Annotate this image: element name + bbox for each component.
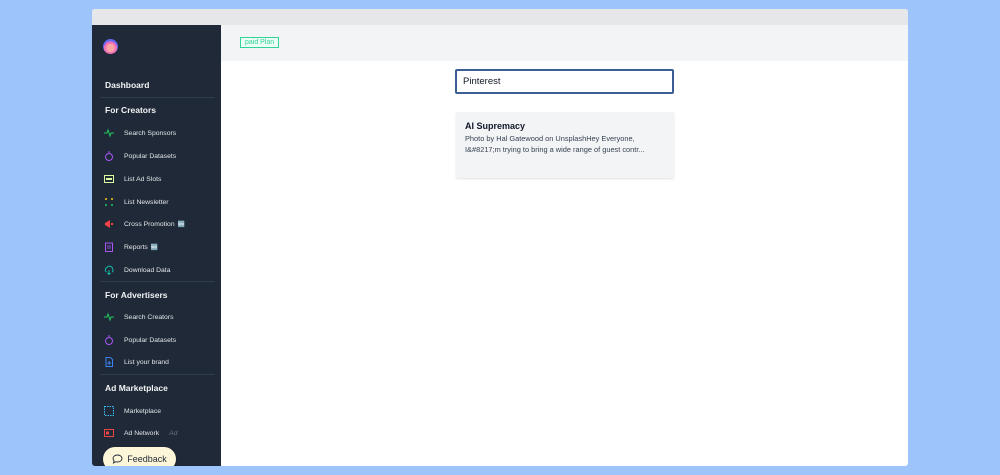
result-card[interactable]: AI Supremacy Photo by Hal Gatewood on Un… [456, 112, 674, 178]
sidebar-item-list-ad-slots[interactable]: List Ad Slots [104, 172, 216, 186]
sidebar-item-label: Search Creators [124, 313, 174, 321]
sidebar-item-label: Reports [124, 243, 148, 251]
sidebar-item-download-data[interactable]: Download Data [104, 263, 216, 277]
grid-icon [104, 406, 114, 416]
sidebar-item-label: Ad Network [124, 429, 160, 437]
sidebar-item-label: Marketplace [124, 407, 162, 415]
ad-network-icon [104, 428, 114, 438]
section-title-marketplace: Ad Marketplace [105, 383, 168, 393]
sidebar-divider [100, 281, 215, 282]
dots-icon [104, 197, 114, 207]
timer-icon [104, 335, 114, 345]
file-plus-icon [104, 357, 114, 367]
ad-tag: Ad [169, 429, 178, 437]
sidebar-item-reports[interactable]: Reports 🆕 [104, 240, 216, 254]
cloud-download-icon [104, 265, 114, 275]
sidebar-divider [100, 374, 215, 375]
sidebar-item-dashboard[interactable]: Dashboard [105, 80, 149, 90]
timer-icon [104, 151, 114, 161]
activity-icon [104, 128, 114, 138]
sidebar-item-ad-network[interactable]: Ad Network Ad [104, 426, 216, 440]
result-title: AI Supremacy [465, 121, 526, 131]
sidebar-item-label: Download Data [124, 266, 171, 274]
sidebar-item-search-creators[interactable]: Search Creators [104, 310, 216, 324]
sidebar: Dashboard For Creators Search Sponsors P… [92, 25, 221, 466]
new-badge: 🆕 [150, 244, 159, 251]
sidebar-divider [100, 97, 215, 98]
report-icon [104, 242, 114, 252]
sidebar-item-popular-datasets[interactable]: Popular Datasets [104, 149, 216, 163]
activity-icon [104, 312, 114, 322]
top-bar: paid Plan [221, 25, 908, 61]
sidebar-item-label: Popular Datasets [124, 336, 177, 344]
sidebar-item-label: List Ad Slots [124, 175, 162, 183]
result-snippet: Photo by Hal Gatewood on UnsplashHey Eve… [465, 134, 645, 154]
sidebar-item-label: List Newsletter [124, 198, 169, 206]
sidebar-item-list-your-brand[interactable]: List your brand [104, 355, 216, 369]
search-input[interactable] [455, 69, 674, 94]
sidebar-item-list-newsletter[interactable]: List Newsletter [104, 195, 216, 209]
new-badge: 🆕 [177, 221, 186, 228]
sidebar-item-label: Search Sponsors [124, 129, 177, 137]
sidebar-item-popular-datasets-advertisers[interactable]: Popular Datasets [104, 333, 216, 347]
sidebar-item-label: Popular Datasets [124, 152, 177, 160]
sidebar-item-cross-promotion[interactable]: Cross Promotion 🆕 [104, 217, 216, 231]
ad-icon [104, 174, 114, 184]
section-title-creators: For Creators [105, 105, 157, 115]
feedback-label: Feedback [127, 454, 167, 464]
sidebar-item-label: List your brand [124, 358, 169, 366]
sidebar-item-label: Cross Promotion [124, 220, 175, 228]
app-logo[interactable] [103, 39, 118, 54]
section-title-advertisers: For Advertisers [105, 290, 168, 300]
plan-badge: paid Plan [240, 37, 280, 48]
app-window: Dashboard For Creators Search Sponsors P… [92, 9, 908, 466]
chat-bubble-icon [112, 454, 123, 464]
sidebar-item-marketplace[interactable]: Marketplace [104, 404, 216, 418]
megaphone-icon [104, 219, 114, 229]
feedback-button[interactable]: Feedback [103, 447, 176, 466]
sidebar-item-search-sponsors[interactable]: Search Sponsors [104, 126, 216, 140]
browser-titlebar [92, 9, 908, 25]
